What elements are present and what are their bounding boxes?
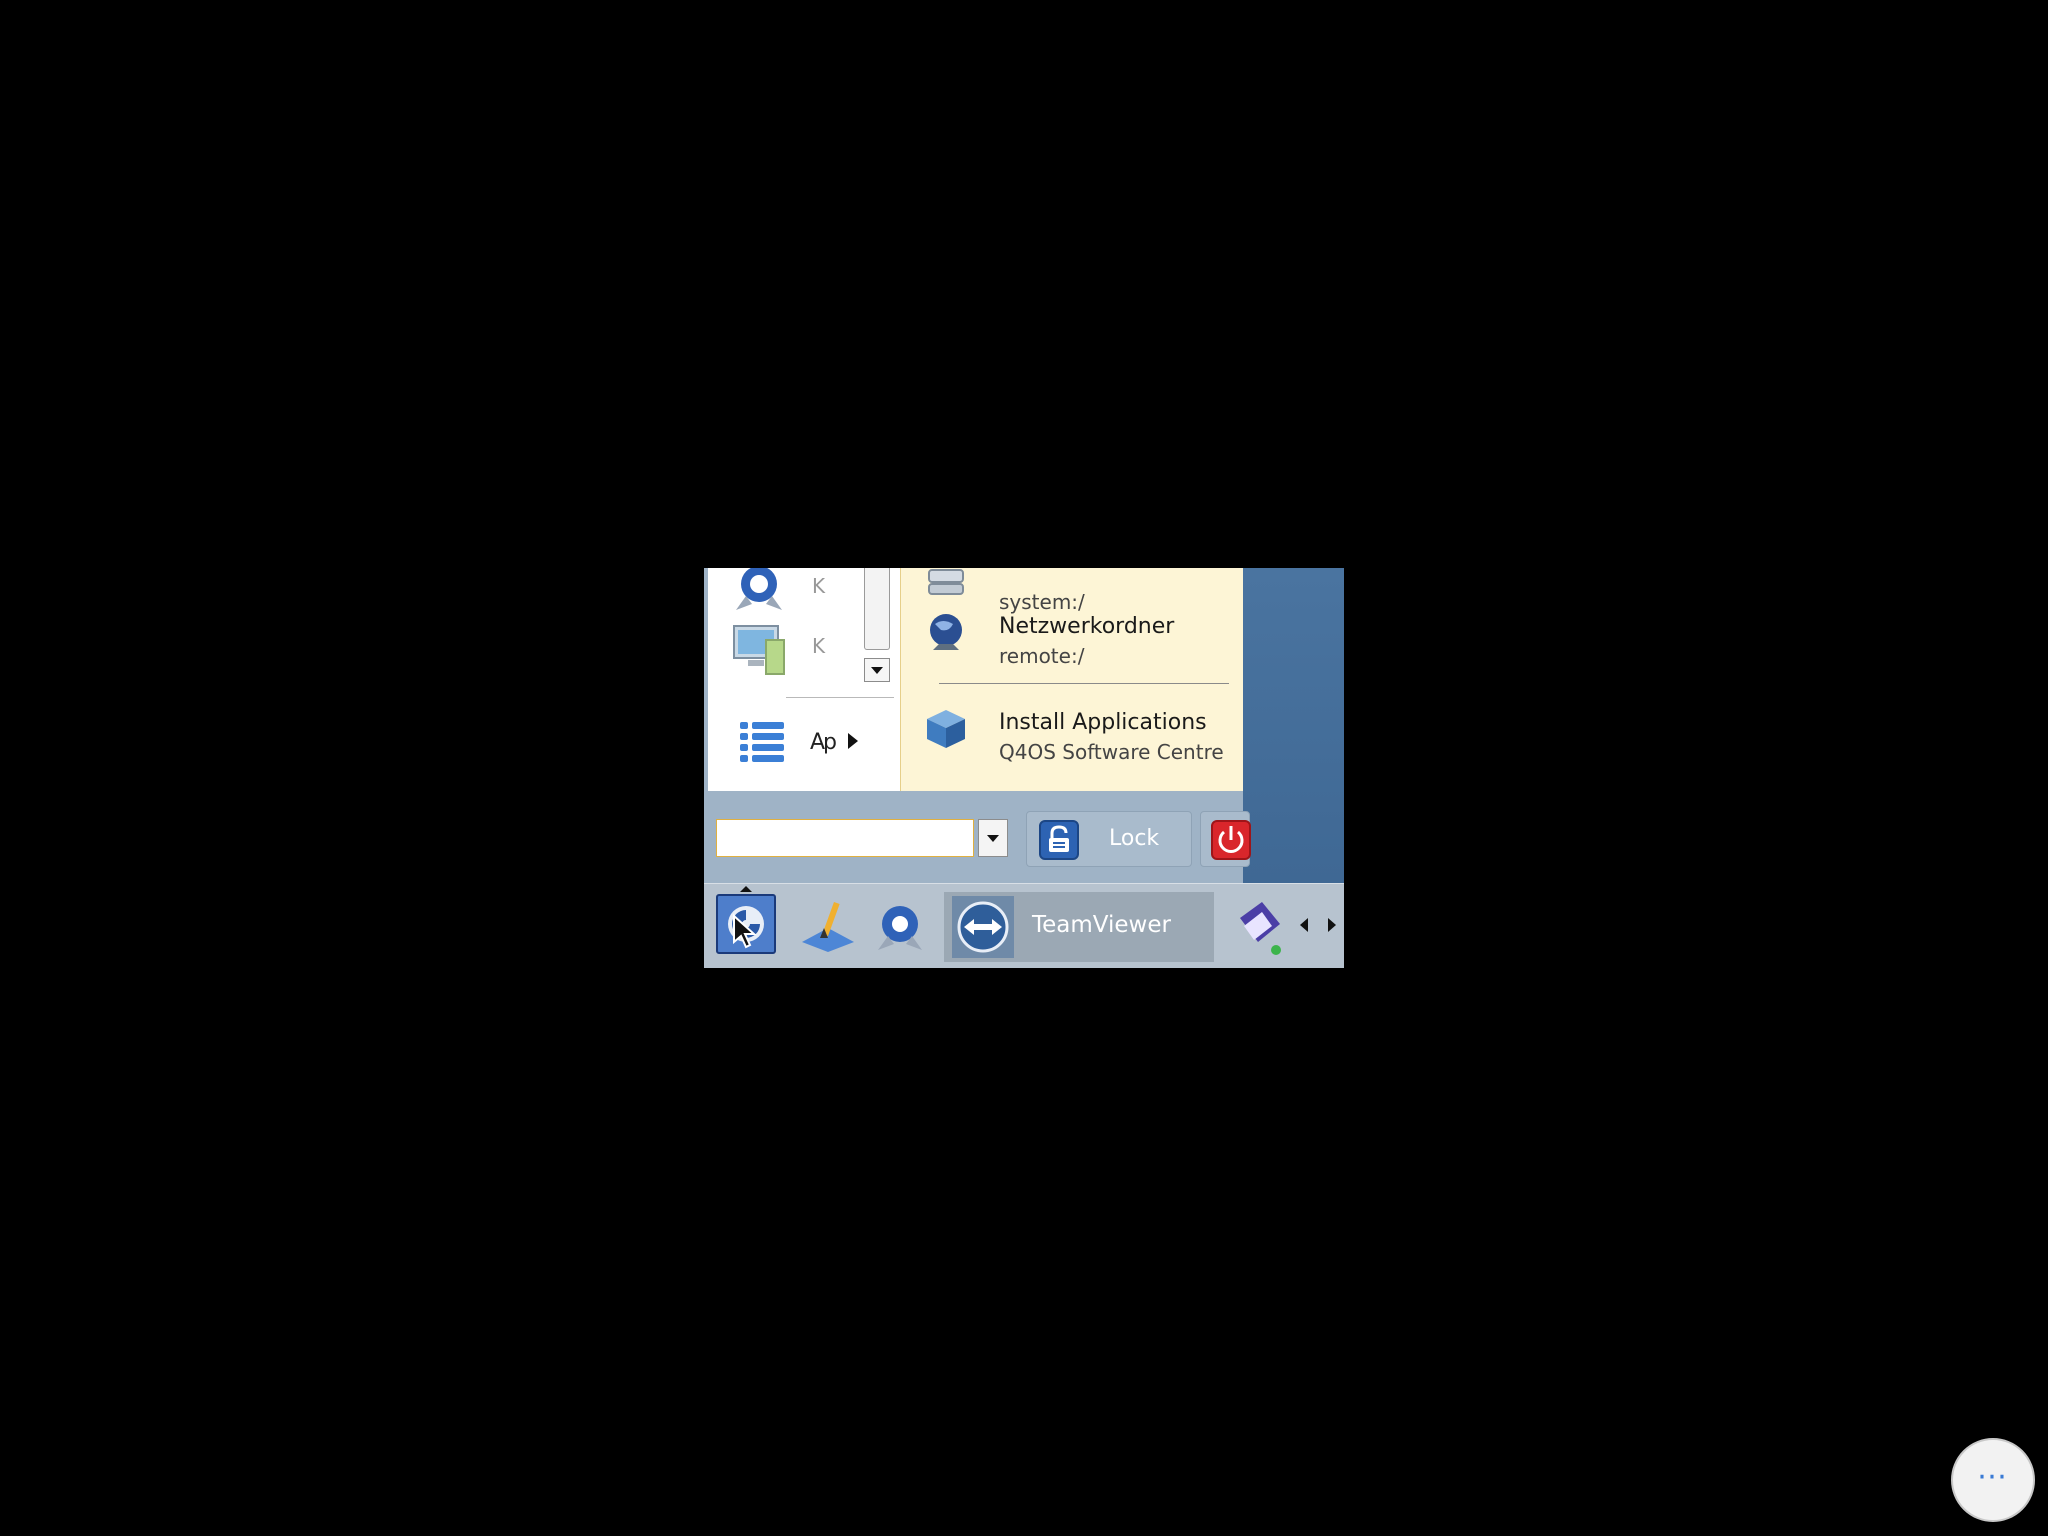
- search-dropdown-button[interactable]: [978, 819, 1008, 857]
- start-menu: K K Ap system:/ Netzwerkordner remote:/ …: [704, 568, 1251, 883]
- applications-menu-item[interactable]: [708, 712, 858, 772]
- tray-scroll-left-icon[interactable]: [1300, 918, 1308, 932]
- taskbar-task-teamviewer[interactable]: TeamViewer: [944, 892, 1214, 962]
- text-editor-icon[interactable]: [798, 898, 858, 954]
- menu-bottom-bar: Lock: [704, 791, 1251, 883]
- scrollbar-thumb[interactable]: [864, 568, 890, 650]
- places-pane: system:/ Netzwerkordner remote:/ Install…: [900, 568, 1243, 791]
- network-globe-icon: [930, 614, 962, 650]
- desktop-background: [1243, 568, 1344, 883]
- place-item-netzwerkordner[interactable]: Netzwerkordner remote:/: [901, 604, 1243, 668]
- left-menu-item-kde[interactable]: K: [708, 568, 858, 616]
- lock-icon: [1039, 820, 1079, 860]
- mouse-cursor-icon: [733, 914, 757, 949]
- taskbar: TeamViewer: [704, 883, 1344, 968]
- kde-gear-icon: [736, 568, 782, 610]
- left-menu-item-computer[interactable]: K: [708, 620, 858, 676]
- place-title: Install Applications: [999, 710, 1207, 735]
- shutdown-button[interactable]: [1200, 811, 1251, 867]
- search-input[interactable]: [716, 819, 974, 857]
- list-icon: [740, 722, 784, 762]
- left-menu-item-label: K: [812, 574, 826, 598]
- place-item-install-applications[interactable]: Install Applications Q4OS Software Centr…: [901, 700, 1243, 764]
- lock-label: Lock: [1109, 826, 1160, 851]
- lock-button[interactable]: Lock: [1026, 811, 1192, 867]
- left-pane-divider: [786, 697, 894, 698]
- package-box-icon: [927, 710, 965, 748]
- place-subtitle: remote:/: [999, 644, 1085, 668]
- more-options-button[interactable]: ⋯: [1951, 1438, 2035, 1522]
- applications-label: Ap: [810, 730, 837, 755]
- remote-screen: K K Ap system:/ Netzwerkordner remote:/ …: [704, 568, 1344, 968]
- tray-scroll-right-icon[interactable]: [1328, 918, 1336, 932]
- left-pane-scrollbar[interactable]: [860, 568, 892, 692]
- menu-open-indicator-icon: [740, 886, 752, 892]
- submenu-arrow-icon: [848, 733, 858, 749]
- scroll-down-button[interactable]: [864, 658, 890, 682]
- place-title: Netzwerkordner: [999, 614, 1175, 639]
- system-icon: [928, 569, 964, 595]
- computer-icon: [733, 625, 785, 675]
- power-icon: [1211, 820, 1251, 860]
- places-divider: [939, 683, 1229, 684]
- left-menu-item-label: K: [812, 634, 826, 658]
- kde-gear-icon[interactable]: [870, 898, 930, 954]
- task-label: TeamViewer: [1032, 912, 1171, 938]
- teamviewer-icon: [952, 896, 1014, 958]
- sd-card-icon[interactable]: [1232, 896, 1288, 958]
- menu-left-pane: K K Ap: [708, 568, 900, 791]
- place-subtitle: Q4OS Software Centre: [999, 740, 1224, 764]
